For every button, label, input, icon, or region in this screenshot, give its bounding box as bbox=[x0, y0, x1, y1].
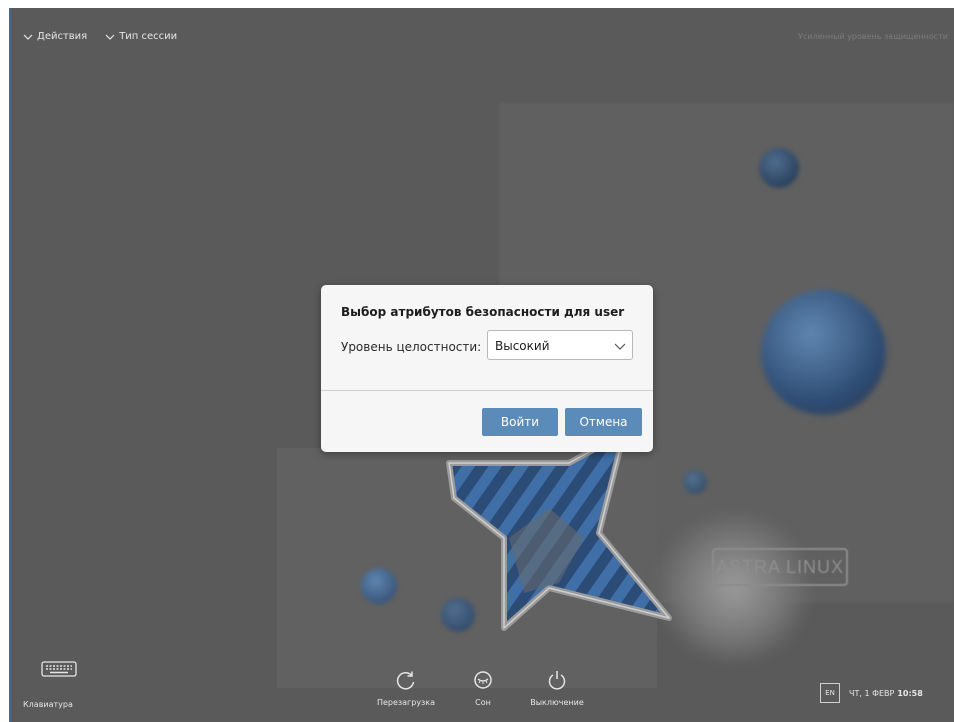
session-type-menu[interactable]: Тип сессии bbox=[105, 31, 177, 42]
security-attributes-dialog: Выбор атрибутов безопасности для user Ур… bbox=[321, 285, 653, 452]
sleep-icon bbox=[474, 671, 492, 689]
wallpaper-sphere bbox=[759, 148, 799, 188]
keyboard-layout-button[interactable]: EN bbox=[820, 683, 840, 703]
clock-time: 10:58 bbox=[897, 689, 923, 698]
dialog-title: Выбор атрибутов безопасности для user bbox=[341, 305, 625, 319]
keyboard-icon[interactable] bbox=[41, 661, 77, 677]
login-screen: ASTRA LINUX Действия Тип сессии Усиленны… bbox=[9, 8, 954, 722]
session-type-label: Тип сессии bbox=[119, 31, 178, 42]
restart-button[interactable]: Перезагрузка bbox=[371, 670, 441, 707]
top-bar: Действия Тип сессии bbox=[23, 31, 177, 42]
restart-icon bbox=[396, 671, 415, 690]
screen-edge bbox=[9, 8, 11, 722]
astra-linux-logo: ASTRA LINUX bbox=[712, 548, 848, 586]
integrity-level-label: Уровень целостности: bbox=[341, 340, 482, 354]
sleep-button[interactable]: Сон bbox=[458, 670, 508, 707]
shutdown-label: Выключение bbox=[530, 698, 584, 707]
cancel-button[interactable]: Отмена bbox=[565, 408, 642, 436]
dialog-divider bbox=[321, 390, 653, 391]
integrity-level-value: Высокий bbox=[495, 339, 550, 353]
power-icon bbox=[548, 671, 566, 690]
chevron-down-icon bbox=[614, 343, 626, 350]
clock: ЧТ, 1 ФЕВР 10:58 bbox=[849, 689, 923, 698]
shutdown-button[interactable]: Выключение bbox=[522, 670, 592, 707]
actions-menu-label: Действия bbox=[37, 31, 88, 42]
chevron-down-icon bbox=[23, 34, 33, 40]
chevron-down-icon bbox=[105, 34, 115, 40]
integrity-level-select[interactable]: Высокий bbox=[487, 330, 633, 360]
wallpaper-sphere-large bbox=[761, 290, 886, 415]
clock-date: ЧТ, 1 ФЕВР bbox=[849, 689, 895, 698]
sleep-label: Сон bbox=[475, 698, 491, 707]
keyboard-label[interactable]: Клавиатура bbox=[23, 700, 73, 709]
actions-menu[interactable]: Действия bbox=[23, 31, 87, 42]
wallpaper-sphere bbox=[361, 568, 397, 604]
security-level-label: Усиленный уровень защищенности bbox=[798, 32, 948, 41]
login-button[interactable]: Войти bbox=[482, 408, 558, 436]
restart-label: Перезагрузка bbox=[376, 698, 436, 707]
